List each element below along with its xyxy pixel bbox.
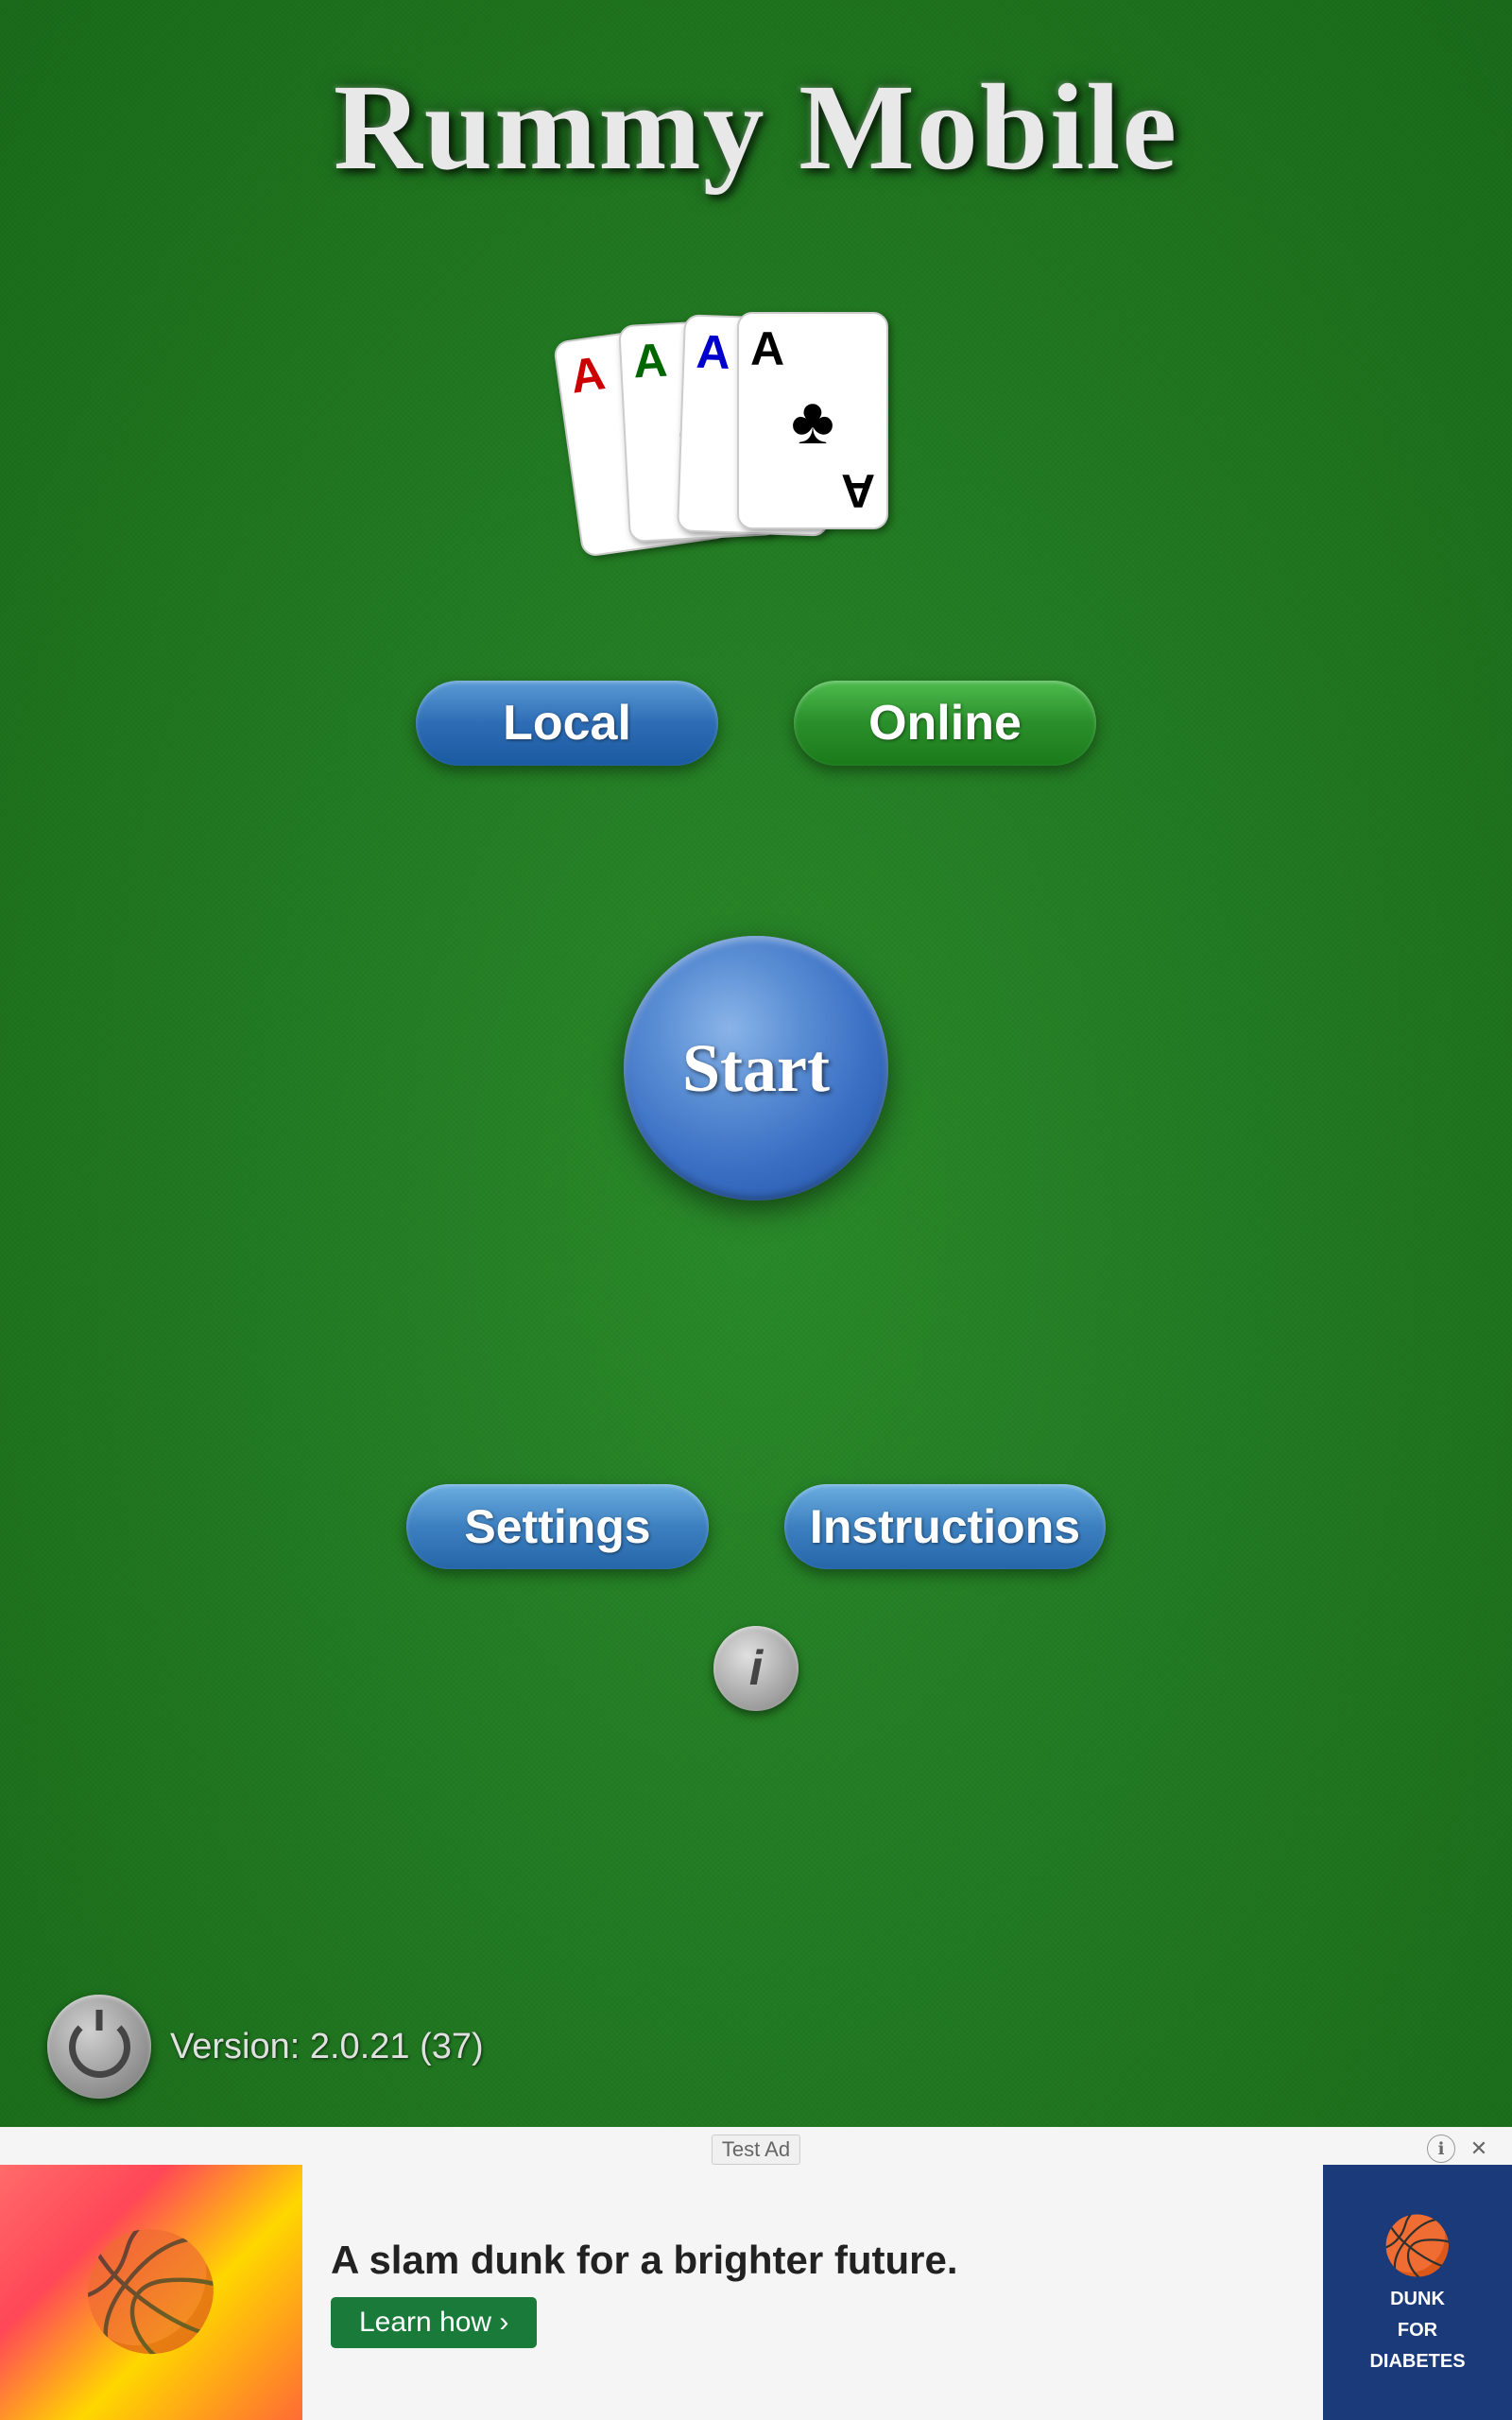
ad-logo-text-3: DIABETES — [1369, 2351, 1465, 2373]
card-2-rank: A — [632, 337, 669, 386]
ad-logo-icon: 🏀 — [1383, 2212, 1453, 2279]
ad-headline: A slam dunk for a brighter future. — [331, 2238, 1295, 2283]
card-4-rank: A — [750, 325, 784, 372]
cards-area: A ♥ A A ♣ A A ♦ A A ♣ A — [567, 312, 945, 558]
power-button[interactable] — [47, 1995, 151, 2099]
main-container: Rummy Mobile A ♥ A A ♣ A A ♦ A — [0, 0, 1512, 2420]
info-button-area: i — [713, 1626, 799, 1711]
version-text: Version: 2.0.21 (37) — [170, 2027, 484, 2067]
ad-cta-button[interactable]: Learn how › — [331, 2297, 537, 2348]
ad-content: A slam dunk for a brighter future. Learn… — [0, 2127, 1512, 2420]
ad-text-area: A slam dunk for a brighter future. Learn… — [302, 2219, 1323, 2367]
power-button-area: Version: 2.0.21 (37) — [47, 1995, 484, 2099]
ad-logo-area: 🏀 DUNK FOR DIABETES — [1323, 2165, 1512, 2420]
ad-info-icon[interactable]: ℹ — [1427, 2135, 1455, 2163]
card-4-suit: ♣ — [791, 383, 834, 458]
power-icon — [69, 2016, 130, 2078]
ad-logo-text-2: FOR — [1398, 2320, 1437, 2342]
ad-image — [0, 2165, 302, 2420]
card-4: A ♣ A — [737, 312, 888, 529]
info-button[interactable]: i — [713, 1626, 799, 1711]
start-button-area: Start — [624, 936, 888, 1201]
mode-buttons: Local Online — [416, 681, 1096, 766]
start-button[interactable]: Start — [624, 936, 888, 1201]
online-button[interactable]: Online — [794, 681, 1096, 766]
bottom-buttons: Settings Instructions — [406, 1484, 1106, 1569]
instructions-button[interactable]: Instructions — [784, 1484, 1106, 1569]
card-3-rank: A — [696, 328, 731, 376]
cards-stack: A ♥ A A ♣ A A ♦ A A ♣ A — [567, 312, 945, 558]
ad-test-label: Test Ad — [712, 2135, 800, 2165]
ad-logo-text-1: DUNK — [1390, 2289, 1445, 2310]
local-button[interactable]: Local — [416, 681, 718, 766]
ad-close-button[interactable]: ✕ — [1465, 2135, 1493, 2163]
app-title: Rummy Mobile — [334, 57, 1178, 199]
card-4-rank-bottom: A — [841, 463, 875, 518]
settings-button[interactable]: Settings — [406, 1484, 709, 1569]
ad-banner: Test Ad ℹ ✕ A slam dunk for a brighter f… — [0, 2127, 1512, 2420]
card-1-rank: A — [568, 349, 609, 401]
